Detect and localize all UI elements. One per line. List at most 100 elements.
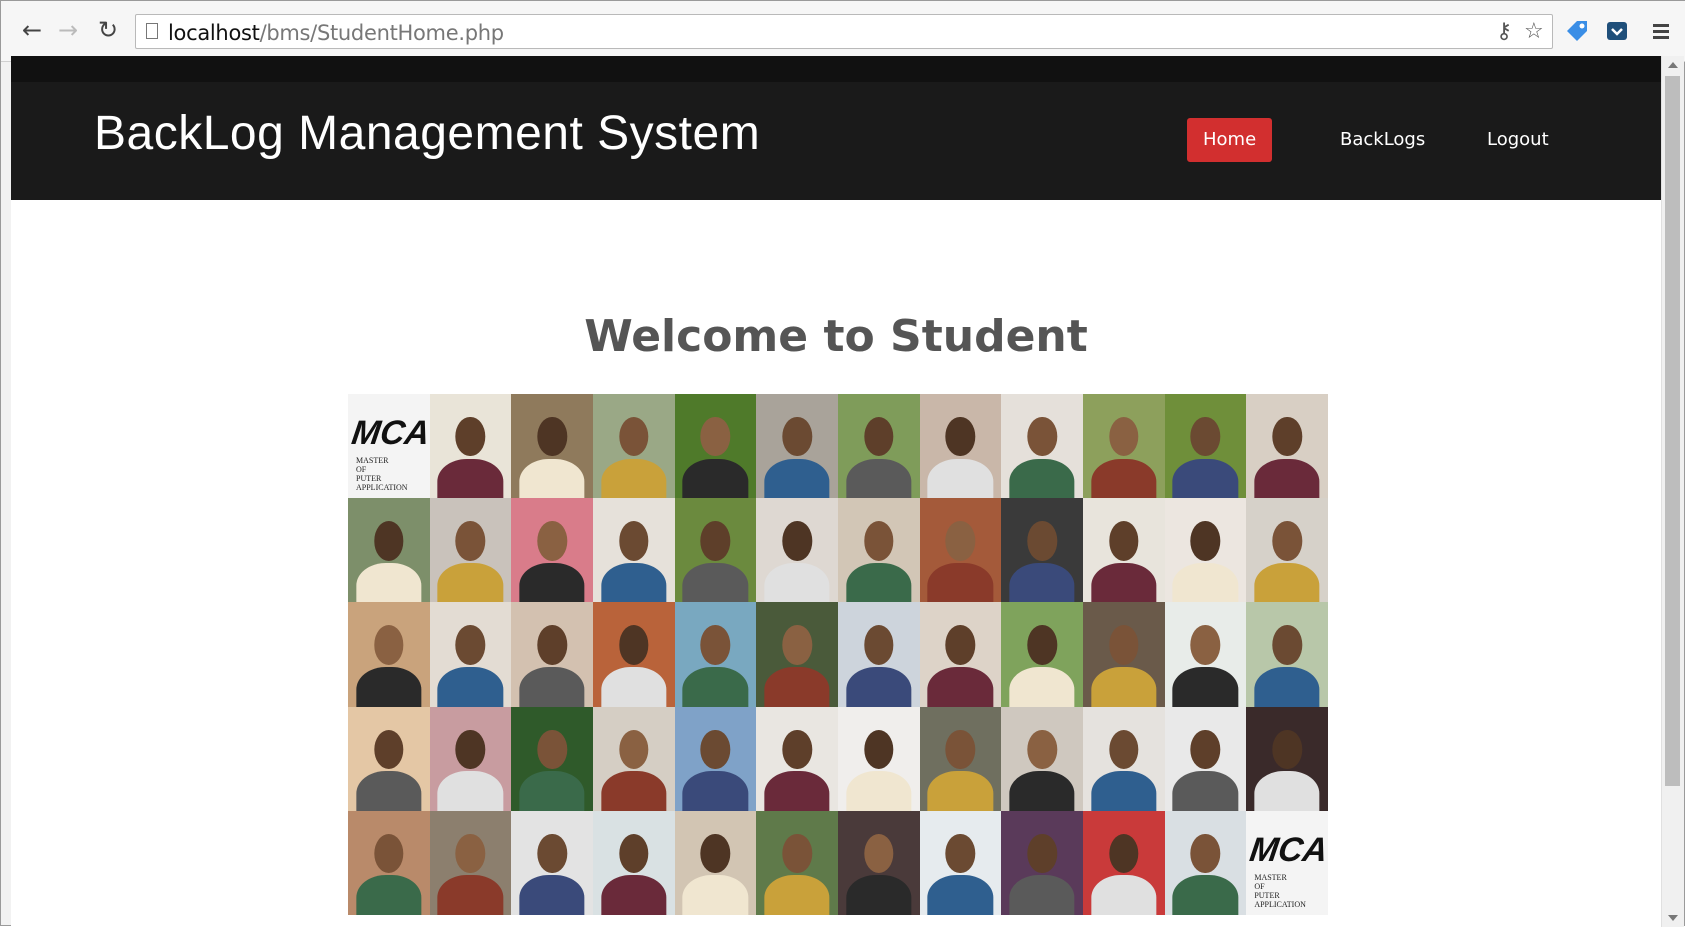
photo-face (537, 416, 567, 457)
photo-figure (682, 458, 749, 499)
extension-tag-icon[interactable] (1563, 17, 1591, 45)
photo-figure (519, 458, 585, 499)
photo-face (1109, 625, 1139, 665)
photo-face (374, 625, 404, 665)
back-arrow-icon[interactable]: ← (17, 15, 47, 45)
vertical-scrollbar[interactable] (1661, 56, 1684, 927)
photo-face (945, 416, 976, 457)
photo-figure (764, 562, 830, 603)
student-photo (1246, 706, 1328, 811)
photo-face (782, 729, 812, 770)
student-photo (348, 498, 430, 603)
photo-figure (764, 771, 830, 811)
photo-face (700, 833, 731, 874)
photo-figure (1254, 771, 1320, 811)
photo-face (700, 729, 731, 770)
student-photo (592, 394, 675, 499)
photo-face (619, 416, 649, 457)
student-photo (511, 602, 593, 707)
photo-figure (1009, 771, 1075, 811)
photo-face (537, 521, 567, 561)
photo-figure (356, 562, 422, 603)
nav-home[interactable]: Home (1187, 118, 1273, 162)
photo-figure (682, 875, 749, 915)
photo-figure (601, 875, 667, 915)
student-photo (837, 810, 920, 915)
photo-figure (1254, 562, 1320, 603)
mca-logo-subtext: MASTER OF PUTER APPLICATION (1254, 872, 1306, 909)
key-icon[interactable]: ⚷ (1496, 19, 1512, 44)
photo-face (700, 521, 731, 561)
photo-face (455, 833, 486, 874)
student-photo (1001, 498, 1083, 603)
nav-backlogs[interactable]: BackLogs (1324, 118, 1441, 162)
student-photo (919, 498, 1002, 603)
scroll-thumb[interactable] (1665, 76, 1680, 786)
pocket-extension-icon[interactable] (1603, 17, 1631, 45)
photo-figure (601, 771, 667, 811)
photo-face (864, 833, 894, 874)
photo-face (782, 625, 812, 665)
photo-figure (764, 666, 830, 707)
student-photo (592, 498, 675, 603)
student-photo (919, 706, 1002, 811)
address-bar[interactable]: localhost/bms/StudentHome.php ⚷ ☆ (135, 14, 1553, 49)
student-photo (756, 810, 838, 915)
student-photo (1001, 810, 1083, 915)
photo-face (945, 521, 976, 561)
student-photo (1164, 706, 1247, 811)
photo-figure (927, 666, 994, 707)
student-photo (592, 602, 675, 707)
photo-face (782, 416, 812, 457)
menu-hamburger-icon[interactable] (1647, 17, 1675, 45)
student-photo (1246, 498, 1328, 603)
photo-figure (601, 666, 667, 707)
photo-face (1109, 416, 1139, 457)
student-photo (837, 602, 920, 707)
student-photo (1246, 602, 1328, 707)
site-brand[interactable]: BackLog Management System (94, 106, 760, 161)
photo-figure (1172, 771, 1239, 811)
student-photo (592, 706, 675, 811)
student-photo (1082, 498, 1165, 603)
student-photo (837, 706, 920, 811)
photo-figure (1009, 458, 1075, 499)
mca-logo-subtext: MASTER OF PUTER APPLICATION (356, 456, 408, 492)
photo-figure (437, 562, 504, 603)
photo-face (945, 625, 976, 665)
photo-face (374, 729, 404, 770)
photo-figure (846, 458, 912, 499)
student-photo (429, 706, 512, 811)
photo-figure (927, 562, 994, 603)
student-photo (674, 706, 757, 811)
photo-face (1190, 416, 1221, 457)
scroll-up-arrow-icon[interactable] (1668, 62, 1678, 68)
photo-figure (437, 666, 504, 707)
mca-logo-text: MCA (349, 414, 430, 452)
student-photo (1164, 498, 1247, 603)
photo-figure (927, 875, 994, 915)
photo-figure (601, 458, 667, 499)
student-photo (1082, 394, 1165, 499)
photo-figure (846, 771, 912, 811)
mca-logo-text: MCA (1247, 830, 1328, 869)
student-photo (348, 602, 430, 707)
student-photo (348, 810, 430, 915)
photo-face (1272, 729, 1302, 770)
photo-face (700, 625, 731, 665)
photo-figure (519, 666, 585, 707)
photo-figure (927, 458, 994, 499)
page-viewport: BackLog Management System Home BackLogs … (11, 56, 1661, 927)
forward-arrow-icon[interactable]: → (53, 15, 83, 45)
browser-window: ← → ↻ localhost/bms/StudentHome.php ⚷ ☆ … (0, 0, 1685, 927)
student-photo (756, 602, 838, 707)
scroll-down-arrow-icon[interactable] (1668, 915, 1678, 921)
photo-face (1190, 625, 1221, 665)
reload-icon[interactable]: ↻ (93, 15, 123, 45)
nav-logout[interactable]: Logout (1471, 118, 1565, 162)
photo-figure (356, 666, 422, 707)
bookmark-star-icon[interactable]: ☆ (1524, 19, 1544, 44)
photo-face (374, 521, 404, 561)
site-header: BackLog Management System Home BackLogs … (11, 56, 1661, 200)
photo-figure (356, 875, 422, 915)
